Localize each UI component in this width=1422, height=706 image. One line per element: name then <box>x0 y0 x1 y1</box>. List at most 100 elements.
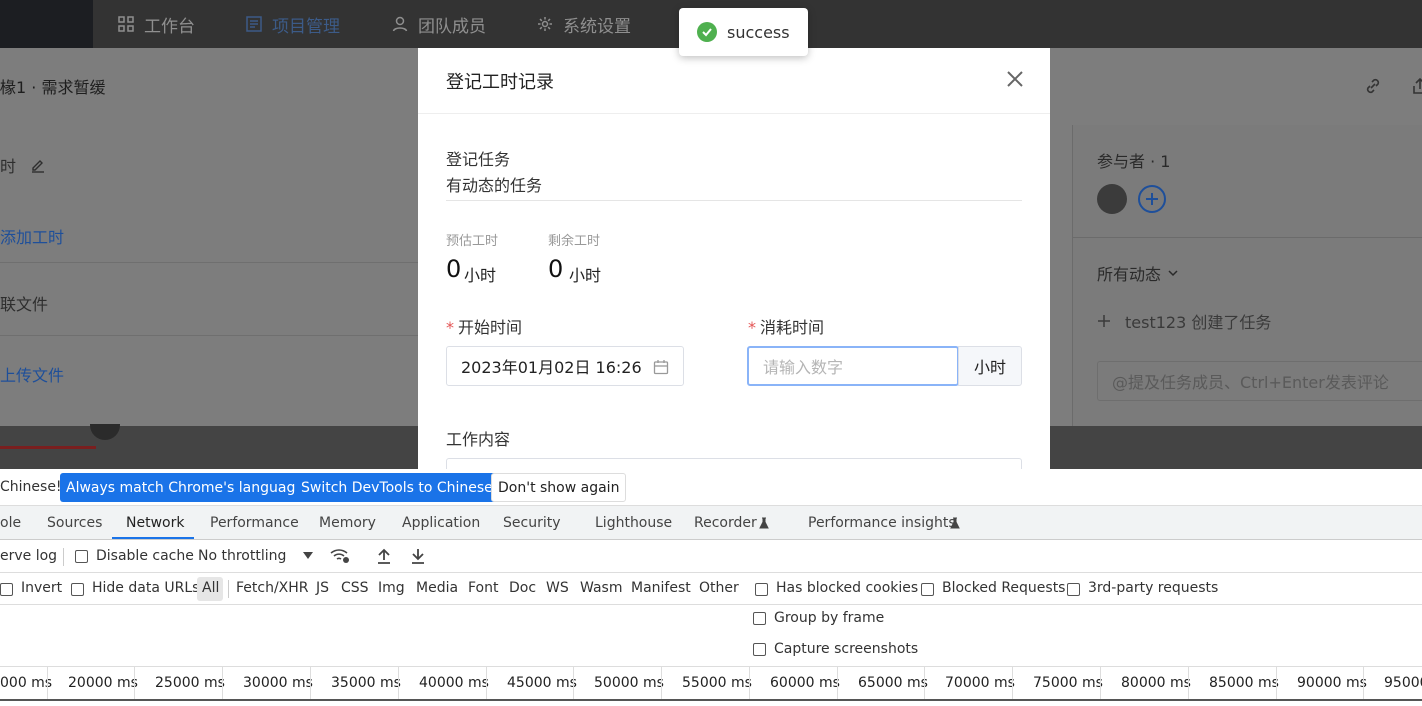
invert-checkbox[interactable] <box>0 583 13 596</box>
nav-label: 团队成员 <box>418 16 486 37</box>
comment-input[interactable]: @提及任务成员、Ctrl+Enter发表评论 <box>1097 361 1422 401</box>
divider <box>0 335 420 336</box>
required-mark: * <box>748 318 756 337</box>
filter-wasm[interactable]: Wasm <box>580 580 622 596</box>
consumed-time-suffix: 小时 <box>958 346 1022 386</box>
tab-performance-insights[interactable]: Performance insights <box>808 515 956 531</box>
breadcrumb: 椽1 · 需求暂缓 <box>0 78 106 97</box>
tab-recorder[interactable]: Recorder <box>694 515 757 531</box>
timeline-gridline <box>398 667 399 699</box>
tab-memory[interactable]: Memory <box>319 515 376 531</box>
avatar[interactable] <box>1097 184 1127 214</box>
timeline-tick-label: 75000 ms <box>1033 675 1103 691</box>
timeline-gridline <box>837 667 838 699</box>
task-name: 有动态的任务 <box>446 176 543 195</box>
timeline-gridline <box>1276 667 1277 699</box>
timeline-tick-label: 45000 ms <box>507 675 577 691</box>
nav-workbench[interactable]: 工作台 <box>118 0 195 48</box>
tab-lighthouse[interactable]: Lighthouse <box>595 515 672 531</box>
filter-all[interactable]: All <box>202 580 219 596</box>
timeline-tick-label: 70000 ms <box>945 675 1015 691</box>
activity-item: test123 创建了任务 <box>1097 309 1271 333</box>
invert-label: Invert <box>21 580 63 596</box>
preserve-log-label[interactable]: erve log <box>0 548 57 564</box>
filter-fetch-xhr[interactable]: Fetch/XHR <box>236 580 309 596</box>
timeline-gridline <box>47 667 48 699</box>
link-icon[interactable] <box>1363 76 1383 96</box>
filter-font[interactable]: Font <box>468 580 498 596</box>
timeline-gridline <box>486 667 487 699</box>
blocked-requests-label: Blocked Requests <box>942 580 1066 596</box>
work-content-input[interactable] <box>446 458 1022 469</box>
tab-performance[interactable]: Performance <box>210 515 299 531</box>
edit-icon[interactable] <box>30 157 46 173</box>
network-conditions-icon[interactable] <box>330 548 350 564</box>
add-hours-link[interactable]: 添加工时 <box>0 224 64 248</box>
filter-manifest[interactable]: Manifest <box>631 580 691 596</box>
participants-label: 参与者 · 1 <box>1097 152 1171 171</box>
capture-screenshots-label: Capture screenshots <box>774 641 919 657</box>
all-activity-dropdown[interactable]: 所有动态 <box>1097 261 1179 285</box>
tab-console[interactable]: ole <box>0 515 21 531</box>
timeline-tick-label: 000 ms <box>0 675 53 691</box>
upload-file-link[interactable]: 上传文件 <box>0 362 64 386</box>
dont-show-again-button[interactable]: Don't show again <box>491 473 627 502</box>
start-time-picker[interactable]: 2023年01月02日 16:26 <box>446 346 684 386</box>
third-party-requests-checkbox[interactable] <box>1067 583 1080 596</box>
filter-js[interactable]: JS <box>316 580 329 596</box>
filter-css[interactable]: CSS <box>341 580 369 596</box>
always-match-language-button[interactable]: Always match Chrome's language <box>60 473 310 502</box>
separator <box>228 580 229 598</box>
timeline-gridline <box>573 667 574 699</box>
blocked-requests-checkbox[interactable] <box>921 583 934 596</box>
timeline-tick-label: 85000 ms <box>1209 675 1279 691</box>
start-time-label: * 开始时间 <box>446 314 522 338</box>
divider <box>0 262 420 263</box>
required-mark: * <box>446 318 454 337</box>
dialog-header: 登记工时记录 <box>418 48 1050 114</box>
activity-panel: 参与者 · 1 所有动态 test123 创建了任务 @提及任务成员、Ctrl+… <box>1072 125 1422 426</box>
app-background: 工作台 项目管理 团队成员 系统设置 椽1 · 需求暂缓 时 添加工时 联文件 … <box>0 0 1422 469</box>
filter-doc[interactable]: Doc <box>509 580 536 596</box>
nav-system-settings[interactable]: 系统设置 <box>537 0 631 48</box>
disable-cache-label: Disable cache <box>96 548 194 564</box>
tab-network[interactable]: Network <box>126 515 184 531</box>
group-by-frame-checkbox[interactable] <box>753 612 766 625</box>
consumed-time-input[interactable]: 请输入数字 <box>747 346 959 386</box>
comment-placeholder: @提及任务成员、Ctrl+Enter发表评论 <box>1112 373 1389 392</box>
consumed-time-unit: 小时 <box>973 358 1006 377</box>
timeline-gridline <box>1012 667 1013 699</box>
flask-icon <box>950 517 960 529</box>
export-har-icon[interactable] <box>411 548 425 564</box>
switch-to-chinese-button[interactable]: Switch DevTools to Chinese <box>295 473 499 502</box>
tab-application[interactable]: Application <box>402 515 480 531</box>
timeline-tick-label: 30000 ms <box>243 675 313 691</box>
filter-media[interactable]: Media <box>416 580 458 596</box>
consumed-time-label: * 消耗时间 <box>748 314 824 338</box>
active-tab-indicator <box>112 537 194 539</box>
project-icon <box>246 16 262 32</box>
dropdown-arrow-icon[interactable] <box>303 552 313 560</box>
capture-screenshots-checkbox[interactable] <box>753 643 766 656</box>
nav-team-members[interactable]: 团队成员 <box>392 0 486 48</box>
tab-security[interactable]: Security <box>503 515 561 531</box>
timeline-tick-label: 35000 ms <box>331 675 401 691</box>
filter-ws[interactable]: WS <box>546 580 569 596</box>
nav-label: 项目管理 <box>272 16 340 37</box>
calendar-icon <box>653 360 669 375</box>
share-icon[interactable] <box>1410 76 1422 96</box>
log-hours-dialog: 登记工时记录 登记任务 有动态的任务 预估工时 0 小时 剩余工时 0 小时 *… <box>418 48 1050 469</box>
filter-img[interactable]: Img <box>378 580 405 596</box>
close-icon[interactable] <box>1004 68 1026 90</box>
filter-other[interactable]: Other <box>699 580 739 596</box>
nav-project-management[interactable]: 项目管理 <box>246 0 340 48</box>
has-blocked-cookies-checkbox[interactable] <box>755 583 768 596</box>
third-party-requests-label: 3rd-party requests <box>1088 580 1219 596</box>
timeline-gridline <box>310 667 311 699</box>
add-participant-icon[interactable] <box>1137 184 1167 214</box>
hide-data-urls-checkbox[interactable] <box>71 583 84 596</box>
import-har-icon[interactable] <box>377 548 391 564</box>
tab-sources[interactable]: Sources <box>47 515 102 531</box>
throttling-select[interactable]: No throttling <box>198 548 286 564</box>
disable-cache-checkbox[interactable] <box>75 550 88 563</box>
